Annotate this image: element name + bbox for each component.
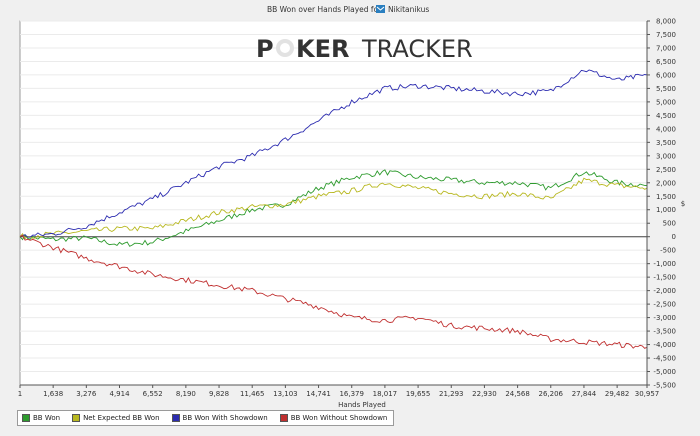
y-tick-label: -4,500 (653, 355, 676, 363)
x-tick-label: 1 (18, 390, 22, 398)
legend-item-bb-won: BB Won (22, 414, 60, 422)
legend-swatch (72, 414, 81, 422)
x-tick-label: 4,914 (109, 390, 130, 398)
x-axis-title: Hands Played (338, 401, 386, 409)
x-tick-label: 19,655 (406, 390, 431, 398)
chart-title-text: BB Won over Hands Played for (267, 5, 382, 14)
chart-frame: P KER TRACKER 1 1,638 3,276 4,914 6,552 8,190… (0, 0, 700, 436)
watermark-text-part3: TRACKER (361, 35, 473, 63)
y-tick-label: -3,000 (653, 314, 676, 322)
y-tick-label: -5,000 (653, 368, 676, 376)
y-tick-label: -500 (660, 247, 676, 255)
x-tick-label: 11,465 (240, 390, 265, 398)
y-tick-label: 1,500 (656, 193, 676, 201)
x-tick-label: 14,741 (306, 390, 331, 398)
y-tick-label: 5,500 (656, 85, 676, 93)
y-tick-label: -1,500 (653, 274, 676, 282)
line-chart: P KER TRACKER 1 1,638 3,276 4,914 6,552 8,190… (18, 5, 685, 409)
x-tick-label: 30,957 (635, 390, 660, 398)
legend-item-net-expected-bb-won: Net Expected BB Won (72, 414, 160, 422)
watermark-text-part1: P (256, 35, 274, 63)
x-tick-label: 18,017 (373, 390, 398, 398)
y-tick-label: 5,000 (656, 98, 676, 106)
x-tick-label: 27,844 (572, 390, 597, 398)
legend-item-bb-won-without-showdown: BB Won Without Showdown (279, 414, 388, 422)
y-tick-label: -4,000 (653, 341, 676, 349)
legend-swatch (171, 414, 180, 422)
y-tick-label: -1,000 (653, 260, 676, 268)
y-tick-label: 8,000 (656, 18, 676, 26)
y-tick-label: 1,000 (656, 206, 676, 214)
x-tick-label: 22,930 (472, 390, 497, 398)
legend-label: BB Won With Showdown (182, 414, 268, 422)
y-tick-label: 7,500 (656, 31, 676, 39)
legend-swatch (279, 414, 288, 422)
legend-label: BB Won Without Showdown (290, 414, 388, 422)
x-tick-label: 9,828 (209, 390, 229, 398)
y-tick-label: -3,500 (653, 328, 676, 336)
legend-label: Net Expected BB Won (83, 414, 160, 422)
chip-icon (276, 39, 294, 57)
y-tick-label: 2,500 (656, 166, 676, 174)
x-tick-label: 6,552 (143, 390, 163, 398)
x-tick-label: 8,190 (176, 390, 196, 398)
legend-swatch (22, 414, 30, 422)
y-tick-label: 2,000 (656, 179, 676, 187)
y-tick-label: 7,000 (656, 44, 676, 52)
legend-label: BB Won (33, 414, 61, 422)
y-tick-label: 4,000 (656, 125, 676, 133)
y-tick-label: 3,000 (656, 152, 676, 160)
y-tick-label: 4,500 (656, 112, 676, 120)
legend-item-bb-won-with-showdown: BB Won With Showdown (171, 414, 268, 422)
y-axis: 8,000 7,500 7,000 6,500 6,000 5,500 5,000 4,500… (646, 18, 676, 390)
x-tick-label: 16,379 (339, 390, 364, 398)
y-tick-label: 6,500 (656, 58, 676, 66)
watermark-text-part2: KER (296, 35, 349, 63)
y-tick-label: 500 (663, 220, 676, 228)
x-tick-label: 24,568 (505, 390, 530, 398)
player-icon (376, 5, 385, 13)
y-tick-label: 6,000 (656, 71, 676, 79)
x-tick-label: 1,638 (43, 390, 63, 398)
x-tick-label: 13,103 (273, 390, 298, 398)
y-tick-label: 3,500 (656, 139, 676, 147)
y-axis-title: $ (681, 200, 685, 208)
y-tick-label: 0 (672, 233, 676, 241)
x-tick-label: 3,276 (76, 390, 97, 398)
y-tick-label: -5,500 (653, 382, 676, 390)
chart-legend: BB Won Net Expected BB Won BB Won With S… (17, 410, 395, 426)
y-tick-label: -2,500 (653, 301, 676, 309)
y-tick-label: -2,000 (653, 287, 676, 295)
plot-area (19, 20, 648, 386)
chart-title: BB Won over Hands Played for Nikitanikus (267, 5, 429, 14)
player-name: Nikitanikus (388, 5, 429, 14)
x-tick-label: 21,293 (439, 390, 464, 398)
x-tick-label: 26,206 (539, 390, 564, 398)
x-tick-label: 29,482 (605, 390, 630, 398)
x-axis: 1 1,638 3,276 4,914 6,552 8,190 9,828 11,465 13,… (18, 384, 660, 398)
